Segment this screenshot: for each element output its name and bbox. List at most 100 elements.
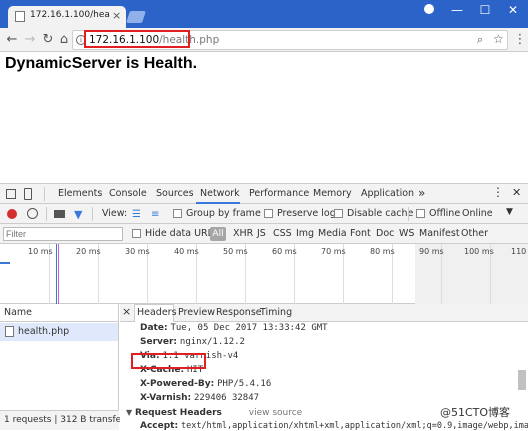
request-summary: 1 requests | 312 B transfer... xyxy=(4,415,133,425)
filter-type-doc[interactable]: Doc xyxy=(376,228,394,239)
timeline-tick-label: 10 ms xyxy=(28,247,53,256)
tab-headers[interactable]: Headers xyxy=(137,307,177,318)
network-timeline[interactable]: 10 ms 20 ms 30 ms 40 ms 50 ms 60 ms 70 m… xyxy=(0,244,528,304)
menu-icon[interactable]: ⋮ xyxy=(512,32,528,48)
header-row: X-Varnish: 229406 32847 xyxy=(140,393,260,403)
preserve-log-checkbox[interactable] xyxy=(264,209,273,218)
forward-icon[interactable]: → xyxy=(22,32,38,48)
scrollbar-thumb[interactable] xyxy=(518,370,526,390)
tab-response[interactable]: Response xyxy=(216,307,262,318)
chevron-down-icon[interactable]: ▼ xyxy=(506,207,513,217)
tab-performance[interactable]: Performance xyxy=(249,188,309,199)
tab-sources[interactable]: Sources xyxy=(156,188,194,199)
tab-timing[interactable]: Timing xyxy=(260,307,292,318)
device-toolbar-icon[interactable] xyxy=(24,188,32,200)
overview-icon[interactable]: ≡ xyxy=(151,209,159,220)
header-row: X-Powered-By: PHP/5.4.16 xyxy=(140,379,272,389)
hide-data-urls-label: Hide data URLs xyxy=(145,228,218,239)
filter-type-css[interactable]: CSS xyxy=(273,228,292,239)
filter-bar: Hide data URLs All XHR JS CSS Img Media … xyxy=(0,224,528,244)
tab-memory[interactable]: Memory xyxy=(313,188,352,199)
view-source-link[interactable]: view source xyxy=(249,408,302,418)
devtools-tab-bar: Elements Console Sources Network Perform… xyxy=(0,184,528,204)
disable-cache-checkbox[interactable] xyxy=(334,209,343,218)
minimize-button[interactable]: — xyxy=(442,0,472,20)
name-column-header[interactable]: Name xyxy=(4,307,32,318)
divider xyxy=(44,187,45,201)
filter-type-all[interactable]: All xyxy=(210,227,226,241)
divider xyxy=(408,207,409,221)
header-row: Server: nginx/1.12.2 xyxy=(140,337,245,347)
browser-tab-strip: 172.16.1.100/health.php × — ☐ ✕ xyxy=(0,0,528,28)
devtools-menu-icon[interactable]: ⋮ xyxy=(492,185,504,199)
tab-application[interactable]: Application xyxy=(361,188,414,199)
back-icon[interactable]: ← xyxy=(4,32,20,48)
tab-close-icon[interactable]: × xyxy=(112,9,121,22)
bookmark-star-icon[interactable]: ☆ xyxy=(493,32,504,46)
offline-checkbox[interactable] xyxy=(416,209,425,218)
request-name: health.php xyxy=(18,326,70,337)
devtools-close-icon[interactable]: ✕ xyxy=(512,186,521,199)
large-rows-icon[interactable]: ☰ xyxy=(132,209,141,220)
timeline-tick-label: 70 ms xyxy=(321,247,346,256)
browser-tab[interactable]: 172.16.1.100/health.php × xyxy=(8,6,126,28)
offline-label: Offline xyxy=(429,208,461,219)
tab-elements[interactable]: Elements xyxy=(58,188,102,199)
inspect-icon[interactable] xyxy=(6,189,16,199)
zoom-icon[interactable]: ⌕ xyxy=(477,33,483,47)
status-bar: 1 requests | 312 B transfer... xyxy=(0,410,133,430)
tab-network[interactable]: Network xyxy=(200,188,240,199)
profile-icon[interactable] xyxy=(424,4,434,14)
timeline-tick-label: 90 ms xyxy=(419,247,444,256)
request-list-header: Name xyxy=(0,304,119,322)
filter-type-font[interactable]: Font xyxy=(350,228,371,239)
filter-type-js[interactable]: JS xyxy=(257,228,266,239)
header-row: Date: Tue, 05 Dec 2017 13:33:42 GMT xyxy=(140,323,328,333)
hide-data-urls-checkbox[interactable] xyxy=(132,229,141,238)
screenshot-icon[interactable] xyxy=(54,210,65,218)
window-close-button[interactable]: ✕ xyxy=(498,0,528,20)
timeline-tick-label: 60 ms xyxy=(272,247,297,256)
document-icon xyxy=(5,326,14,337)
filter-type-xhr[interactable]: XHR xyxy=(233,228,253,239)
request-headers-section[interactable]: ▼ Request Headers view source xyxy=(126,408,302,418)
record-icon[interactable] xyxy=(7,209,17,219)
detail-tab-bar: × Headers Preview Response Timing xyxy=(120,304,528,322)
filter-type-other[interactable]: Other xyxy=(461,228,488,239)
network-toolbar: ▼ View: ☰ ≡ Group by frame Preserve log … xyxy=(0,204,528,224)
home-icon[interactable]: ⌂ xyxy=(56,32,72,48)
page-heading: DynamicServer is Health. xyxy=(5,55,198,72)
maximize-button[interactable]: ☐ xyxy=(470,0,500,20)
url-highlight-box xyxy=(84,30,190,48)
view-label: View: xyxy=(102,208,128,219)
timeline-tick-label: 100 ms xyxy=(464,247,494,256)
header-row-accept: Accept: text/html,application/xhtml+xml,… xyxy=(140,421,528,431)
tab-preview[interactable]: Preview xyxy=(178,307,215,318)
navigation-bar: ← → ↻ ⌂ i 172.16.1.100/health.php ⌕ ☆ ⋮ xyxy=(0,28,528,52)
filter-icon[interactable]: ▼ xyxy=(74,208,82,221)
request-headers-title: Request Headers xyxy=(135,408,222,418)
request-row[interactable]: health.php xyxy=(0,323,118,341)
load-event-marker xyxy=(58,244,59,304)
filter-type-manifest[interactable]: Manifest xyxy=(419,228,460,239)
clear-icon[interactable] xyxy=(27,208,38,219)
filter-input[interactable] xyxy=(3,227,123,241)
request-bar xyxy=(0,262,10,264)
devtools-panel: Elements Console Sources Network Perform… xyxy=(0,183,528,431)
close-detail-icon[interactable]: × xyxy=(122,305,131,318)
timeline-tick-label: 110 n xyxy=(511,247,528,256)
filter-type-media[interactable]: Media xyxy=(318,228,347,239)
filter-type-ws[interactable]: WS xyxy=(399,228,414,239)
tab-console[interactable]: Console xyxy=(109,188,147,199)
more-tabs-icon[interactable]: » xyxy=(418,186,425,200)
new-tab-button[interactable] xyxy=(126,11,146,23)
expand-triangle-icon: ▼ xyxy=(126,408,133,417)
timeline-tick-label: 80 ms xyxy=(370,247,395,256)
preserve-log-label: Preserve log xyxy=(277,208,336,219)
divider xyxy=(46,207,47,221)
group-by-frame-checkbox[interactable] xyxy=(173,209,182,218)
throttling-select[interactable]: Online xyxy=(462,208,493,219)
reload-icon[interactable]: ↻ xyxy=(40,32,56,48)
filter-type-img[interactable]: Img xyxy=(296,228,314,239)
disable-cache-label: Disable cache xyxy=(347,208,414,219)
